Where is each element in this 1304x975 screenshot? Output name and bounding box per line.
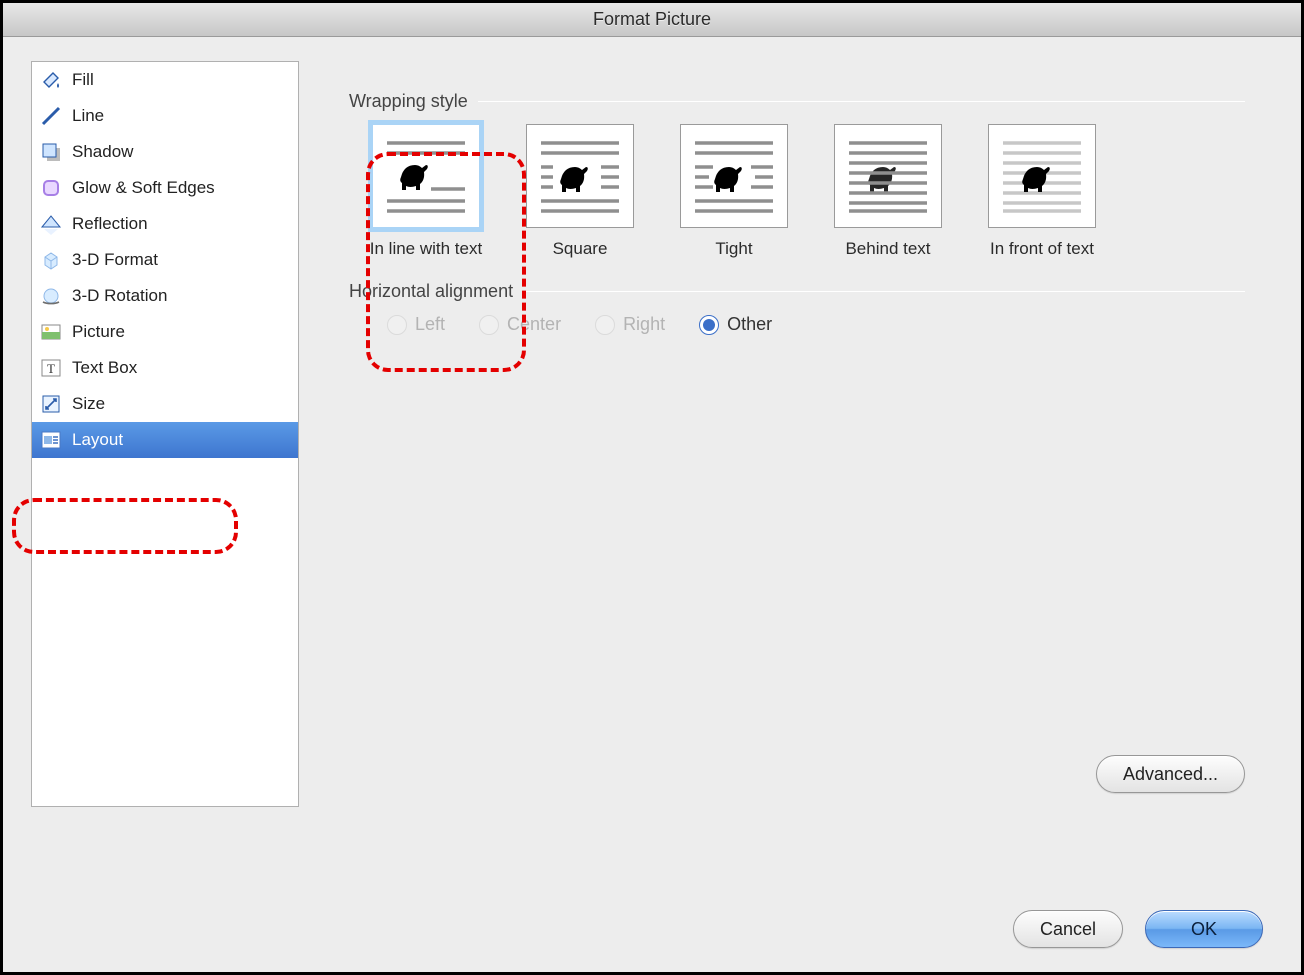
line-icon	[38, 103, 64, 129]
sidebar-item-layout[interactable]: Layout	[32, 422, 298, 458]
sidebar-item-label: Glow & Soft Edges	[72, 178, 215, 198]
wrapping-style-header: Wrapping style	[349, 91, 1245, 112]
align-radio-right: Right	[595, 314, 665, 335]
sidebar-item-label: Shadow	[72, 142, 133, 162]
align-radio-right-input	[595, 315, 615, 335]
wrap-option-label: Tight	[715, 238, 752, 259]
wrap-front-thumb	[988, 124, 1096, 228]
sidebar-item-label: Size	[72, 394, 105, 414]
sidebar-item-label: Reflection	[72, 214, 148, 234]
sidebar-item-text-box[interactable]: T Text Box	[32, 350, 298, 386]
dialog-content: Fill Line Shadow	[3, 37, 1301, 886]
align-radio-center-input	[479, 315, 499, 335]
sidebar-item-glow[interactable]: Glow & Soft Edges	[32, 170, 298, 206]
window-title: Format Picture	[593, 9, 711, 30]
advanced-button[interactable]: Advanced...	[1096, 755, 1245, 793]
advanced-row: Advanced...	[349, 755, 1245, 793]
sidebar-item-fill[interactable]: Fill	[32, 62, 298, 98]
dialog-body: Fill Line Shadow	[3, 37, 1301, 972]
wrap-option-label: In front of text	[990, 238, 1094, 259]
align-radio-other[interactable]: Other	[699, 314, 772, 335]
sidebar-item-shadow[interactable]: Shadow	[32, 134, 298, 170]
format-picture-dialog: Format Picture Fill Line	[0, 0, 1304, 975]
align-radio-other-input[interactable]	[699, 315, 719, 335]
reflection-icon	[38, 211, 64, 237]
cube-icon	[38, 247, 64, 273]
sidebar-item-label: 3-D Format	[72, 250, 158, 270]
sidebar-item-picture[interactable]: Picture	[32, 314, 298, 350]
align-radio-label: Other	[727, 314, 772, 335]
glow-icon	[38, 175, 64, 201]
sidebar-item-label: Text Box	[72, 358, 137, 378]
category-sidebar: Fill Line Shadow	[31, 61, 299, 807]
picture-icon	[38, 319, 64, 345]
wrap-square-thumb	[526, 124, 634, 228]
window-titlebar: Format Picture	[3, 3, 1301, 37]
sidebar-item-label: Fill	[72, 70, 94, 90]
align-radio-label: Left	[415, 314, 445, 335]
wrap-option-front[interactable]: In front of text	[979, 124, 1105, 259]
wrapping-options-row: In line with text	[349, 124, 1245, 259]
wrap-tight-thumb	[680, 124, 788, 228]
alignment-radio-group: Left Center Right Other	[349, 314, 1245, 335]
wrap-option-square[interactable]: Square	[517, 124, 643, 259]
horizontal-alignment-header: Horizontal alignment	[349, 281, 1245, 302]
text-box-icon: T	[38, 355, 64, 381]
sidebar-item-label: Picture	[72, 322, 125, 342]
cancel-button[interactable]: Cancel	[1013, 910, 1123, 948]
wrap-option-label: In line with text	[370, 238, 482, 259]
align-radio-label: Right	[623, 314, 665, 335]
sidebar-item-size[interactable]: Size	[32, 386, 298, 422]
align-radio-left: Left	[387, 314, 445, 335]
wrapping-style-label: Wrapping style	[349, 91, 468, 112]
section-rule	[478, 101, 1245, 102]
svg-text:T: T	[47, 361, 55, 376]
dialog-footer: Cancel OK	[3, 886, 1301, 972]
wrap-option-tight[interactable]: Tight	[671, 124, 797, 259]
sidebar-item-3d-format[interactable]: 3-D Format	[32, 242, 298, 278]
ok-button[interactable]: OK	[1145, 910, 1263, 948]
layout-icon	[38, 427, 64, 453]
wrap-option-label: Behind text	[845, 238, 930, 259]
align-radio-left-input	[387, 315, 407, 335]
sidebar-item-reflection[interactable]: Reflection	[32, 206, 298, 242]
sidebar-item-line[interactable]: Line	[32, 98, 298, 134]
align-radio-label: Center	[507, 314, 561, 335]
shadow-icon	[38, 139, 64, 165]
wrap-behind-thumb	[834, 124, 942, 228]
paint-bucket-icon	[38, 67, 64, 93]
section-rule	[523, 291, 1245, 292]
horizontal-alignment-label: Horizontal alignment	[349, 281, 513, 302]
align-radio-center: Center	[479, 314, 561, 335]
sidebar-item-label: Layout	[72, 430, 123, 450]
wrap-option-behind[interactable]: Behind text	[825, 124, 951, 259]
sidebar-item-3d-rotation[interactable]: 3-D Rotation	[32, 278, 298, 314]
wrap-option-label: Square	[553, 238, 608, 259]
sidebar-item-label: Line	[72, 106, 104, 126]
wrap-option-inline[interactable]: In line with text	[363, 124, 489, 259]
sidebar-item-label: 3-D Rotation	[72, 286, 167, 306]
layout-panel: Wrapping style In line	[321, 61, 1273, 807]
size-icon	[38, 391, 64, 417]
rotation-icon	[38, 283, 64, 309]
wrap-inline-thumb	[372, 124, 480, 228]
